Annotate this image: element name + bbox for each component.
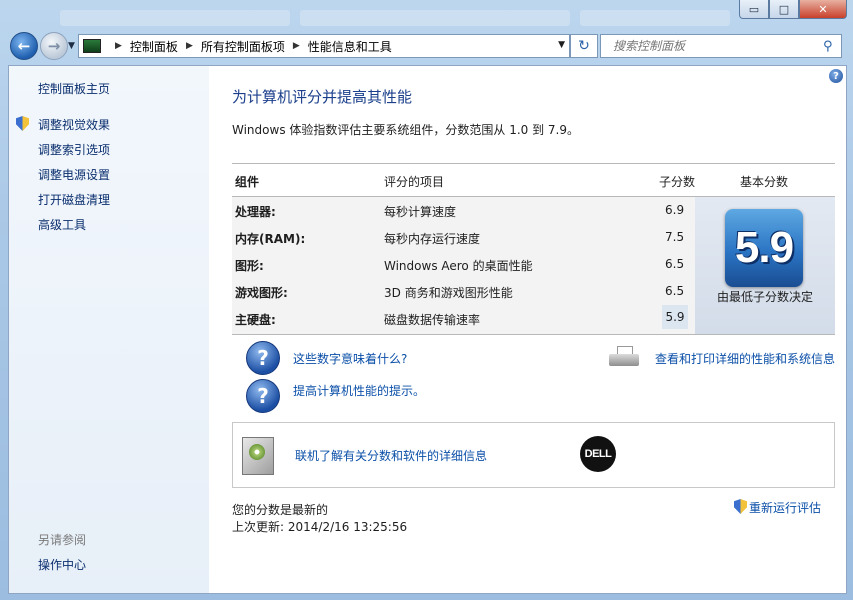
refresh-icon: ↻ xyxy=(578,38,590,54)
search-input[interactable] xyxy=(611,36,823,56)
printer-icon xyxy=(609,346,639,370)
table-bottom-rule xyxy=(232,334,835,335)
table-row: 内存(RAM): 每秒内存运行速度 7.5 xyxy=(232,224,695,251)
row-item: 每秒计算速度 xyxy=(384,205,457,219)
title-ghost-path-2 xyxy=(300,10,570,26)
sidebar-item-visual-effects[interactable]: 调整视觉效果 xyxy=(38,116,110,133)
row-component: 处理器: xyxy=(235,205,276,219)
recent-pages-chevron-icon[interactable]: ▼ xyxy=(68,41,75,51)
row-score: 6.5 xyxy=(665,257,685,271)
base-score-note: 由最低子分数决定 xyxy=(716,290,813,304)
rerun-label: 重新运行评估 xyxy=(749,501,822,515)
table-row: 处理器: 每秒计算速度 6.9 xyxy=(232,197,695,224)
what-numbers-mean-link[interactable]: 这些数字意味着什么? xyxy=(293,350,407,367)
window-frame: ▭ □ ✕ ← → ▼ ▶ 控制面板 ▶ 所有控制面板项 ▶ 性能信息和工具 ▼… xyxy=(0,0,853,600)
row-item: 磁盘数据传输速率 xyxy=(384,313,481,327)
header-component: 组件 xyxy=(235,175,260,189)
software-box-icon xyxy=(242,437,274,475)
base-score-panel: 5.9 由最低子分数决定 xyxy=(695,197,835,334)
sidebar-item-indexing[interactable]: 调整索引选项 xyxy=(38,141,110,158)
header-subscore: 子分数 xyxy=(659,175,696,189)
close-icon: ✕ xyxy=(818,2,828,16)
page-subtitle: Windows 体验指数评估主要系统组件，分数范围从 1.0 到 7.9。 xyxy=(232,123,579,137)
table-top-rule xyxy=(232,163,835,164)
row-item: 每秒内存运行速度 xyxy=(384,232,481,246)
help-icon: ? xyxy=(833,70,839,82)
refresh-button[interactable]: ↻ xyxy=(570,34,598,58)
table-row: 游戏图形: 3D 商务和游戏图形性能 6.5 xyxy=(232,278,695,305)
sidebar-item-home[interactable]: 控制面板主页 xyxy=(38,80,110,97)
online-info-box: 联机了解有关分数和软件的详细信息 DELL xyxy=(232,422,835,488)
help-button[interactable]: ? xyxy=(829,69,843,83)
back-arrow-icon: ← xyxy=(17,37,31,55)
minimize-button[interactable]: ▭ xyxy=(739,0,769,19)
sidebar-item-action-center[interactable]: 操作中心 xyxy=(38,556,86,573)
score-status: 您的分数是最新的 xyxy=(232,503,329,517)
row-component: 图形: xyxy=(235,259,264,273)
score-table: 组件 评分的项目 子分数 基本分数 处理器: 每秒计算速度 6.9 内存(RAM… xyxy=(232,163,835,335)
question-icon: ? xyxy=(246,341,280,375)
row-component: 内存(RAM): xyxy=(235,232,306,246)
table-row: 主硬盘: 磁盘数据传输速率 5.9 xyxy=(232,305,695,332)
base-score-tile: 5.9 xyxy=(725,209,803,287)
minimize-icon: ▭ xyxy=(748,2,760,16)
header-rated-item: 评分的项目 xyxy=(384,175,445,189)
online-info-link[interactable]: 联机了解有关分数和软件的详细信息 xyxy=(295,447,487,464)
search-box: ⚲ xyxy=(600,34,842,58)
print-details-link[interactable]: 查看和打印详细的性能和系统信息 xyxy=(655,350,835,367)
title-ghost-search xyxy=(580,10,730,26)
breadcrumb-separator-icon: ▶ xyxy=(115,41,122,51)
row-score: 7.5 xyxy=(665,230,685,244)
breadcrumb-all-items[interactable]: 所有控制面板项 xyxy=(201,38,285,55)
breadcrumb-performance[interactable]: 性能信息和工具 xyxy=(308,38,392,55)
question-icon: ? xyxy=(246,379,280,413)
address-bar[interactable]: ▶ 控制面板 ▶ 所有控制面板项 ▶ 性能信息和工具 ▼ xyxy=(78,34,570,58)
base-score-value: 5.9 xyxy=(734,223,794,272)
close-button[interactable]: ✕ xyxy=(799,0,847,19)
search-icon[interactable]: ⚲ xyxy=(823,39,841,54)
sidebar: 控制面板主页 调整视觉效果 调整索引选项 调整电源设置 打开磁盘清理 高级工具 … xyxy=(9,66,209,593)
sidebar-item-disk-cleanup[interactable]: 打开磁盘清理 xyxy=(38,191,110,208)
row-item: Windows Aero 的桌面性能 xyxy=(384,259,533,273)
dell-logo: DELL xyxy=(580,436,616,472)
sidebar-item-advanced-tools[interactable]: 高级工具 xyxy=(38,216,86,233)
row-component: 游戏图形: xyxy=(235,286,288,300)
back-button[interactable]: ← xyxy=(10,32,38,60)
table-row: 图形: Windows Aero 的桌面性能 6.5 xyxy=(232,251,695,278)
maximize-button[interactable]: □ xyxy=(769,0,799,19)
breadcrumb-separator-icon: ▶ xyxy=(185,41,193,51)
uac-shield-icon xyxy=(734,499,747,514)
see-also-heading: 另请参阅 xyxy=(38,533,87,547)
uac-shield-icon xyxy=(16,116,29,131)
maximize-icon: □ xyxy=(778,2,790,16)
breadcrumb-separator-icon: ▶ xyxy=(292,41,300,51)
last-update: 上次更新: 2014/2/16 13:25:56 xyxy=(232,520,408,534)
breadcrumb-control-panel[interactable]: 控制面板 xyxy=(130,38,178,55)
row-component: 主硬盘: xyxy=(235,313,276,327)
sidebar-item-power[interactable]: 调整电源设置 xyxy=(38,166,110,183)
forward-arrow-icon: → xyxy=(47,37,61,55)
row-item: 3D 商务和游戏图形性能 xyxy=(384,286,513,300)
performance-tips-link[interactable]: 提高计算机性能的提示。 xyxy=(293,382,425,399)
title-ghost-path xyxy=(60,10,290,26)
row-score: 6.5 xyxy=(665,284,685,298)
main-panel: ? 为计算机评分并提高其性能 Windows 体验指数评估主要系统组件，分数范围… xyxy=(209,66,846,593)
address-dropdown-icon[interactable]: ▼ xyxy=(558,40,565,50)
content-area: 控制面板主页 调整视觉效果 调整索引选项 调整电源设置 打开磁盘清理 高级工具 … xyxy=(8,65,847,594)
row-score-lowest: 5.9 xyxy=(662,305,688,329)
control-panel-icon xyxy=(83,39,101,53)
rerun-assessment-link[interactable]: 重新运行评估 xyxy=(734,499,822,516)
header-base-score: 基本分数 xyxy=(740,175,789,189)
page-title: 为计算机评分并提高其性能 xyxy=(232,88,413,106)
forward-button[interactable]: → xyxy=(40,32,68,60)
row-score: 6.9 xyxy=(665,203,685,217)
breadcrumb: ▶ 控制面板 ▶ 所有控制面板项 ▶ 性能信息和工具 xyxy=(107,38,392,55)
caption-buttons: ▭ □ ✕ xyxy=(739,0,847,19)
